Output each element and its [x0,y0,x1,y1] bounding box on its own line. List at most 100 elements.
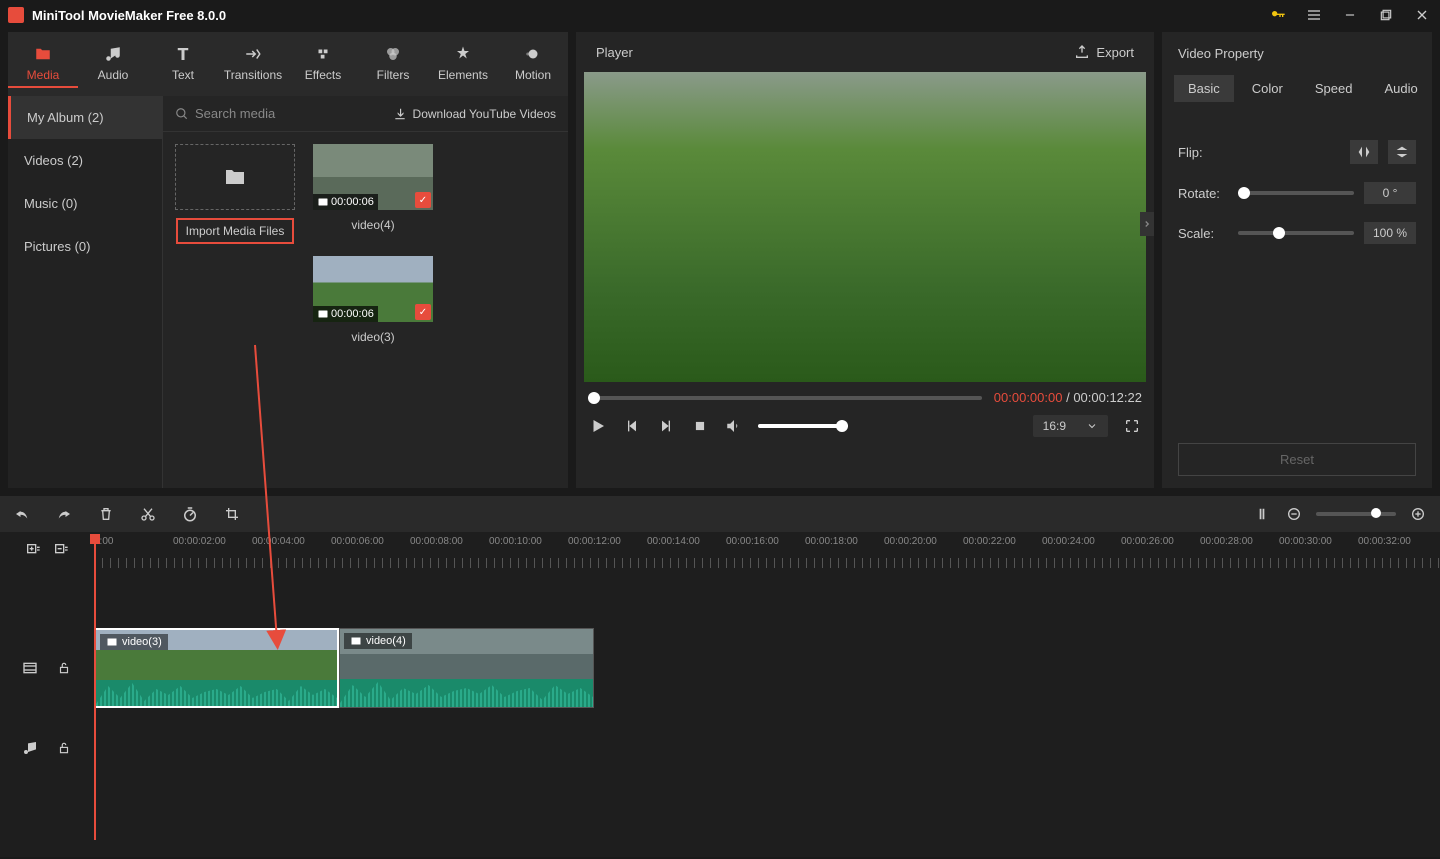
flip-horizontal-button[interactable] [1350,140,1378,164]
rotate-slider[interactable] [1238,191,1354,195]
check-icon: ✓ [415,192,431,208]
minimize-button[interactable] [1340,5,1360,25]
timeline-clip-video4[interactable]: video(4) [339,628,594,708]
rotate-value[interactable]: 0 ° [1364,182,1416,204]
tab-effects[interactable]: Effects [288,40,358,88]
volume-slider[interactable] [758,424,848,428]
sidebar-videos[interactable]: Videos (2) [8,139,162,182]
download-icon [393,107,407,121]
playback-slider[interactable] [588,396,982,400]
tick-label: 00:00:28:00 [1200,536,1253,547]
tick-label: 00:00:24:00 [1042,536,1095,547]
download-youtube-link[interactable]: Download YouTube Videos [393,107,556,121]
lock-audio-track-button[interactable] [54,738,74,758]
tab-audio[interactable]: Audio [78,40,148,88]
search-icon [175,107,189,121]
tick-label: 00:00:02:00 [173,536,226,547]
menu-icon[interactable] [1304,5,1324,25]
motion-icon [523,44,543,64]
panel-collapse-button[interactable] [1140,212,1154,236]
cut-button[interactable] [138,504,158,524]
property-title: Video Property [1162,32,1432,75]
timeline-ruler[interactable]: 0:0000:00:02:0000:00:04:0000:00:06:0000:… [94,532,1440,568]
snap-button[interactable] [1252,504,1272,524]
app-title: MiniTool MovieMaker Free 8.0.0 [32,8,226,23]
playhead[interactable] [94,540,96,840]
filters-icon [383,44,403,64]
transition-icon [243,44,263,64]
tick-label: 00:00:04:00 [252,536,305,547]
media-item-video3[interactable]: 00:00:06 ✓ video(3) [313,256,433,344]
total-time: 00:00:12:22 [1073,390,1142,405]
tab-motion[interactable]: Motion [498,40,568,88]
prev-frame-button[interactable] [622,416,642,436]
zoom-out-button[interactable] [1284,504,1304,524]
player-title: Player [596,45,633,60]
scale-slider[interactable] [1238,231,1354,235]
sidebar-pictures[interactable]: Pictures (0) [8,225,162,268]
remove-track-button[interactable] [51,540,71,560]
play-button[interactable] [588,416,608,436]
music-icon [103,44,123,64]
tab-media[interactable]: Media [8,40,78,88]
video-icon [106,636,118,648]
reset-button[interactable]: Reset [1178,443,1416,476]
player-preview[interactable] [584,72,1146,382]
tab-elements[interactable]: Elements [428,40,498,88]
scale-label: Scale: [1178,226,1228,241]
zoom-in-button[interactable] [1408,504,1428,524]
delete-button[interactable] [96,504,116,524]
import-dropzone[interactable] [175,144,295,210]
search-input[interactable]: Search media [175,106,275,121]
lock-track-button[interactable] [54,658,74,678]
tab-text[interactable]: Text [148,40,218,88]
timeline-clip-video3[interactable]: video(3) [94,628,339,708]
property-panel: Video Property Basic Color Speed Audio F… [1162,32,1432,488]
album-sidebar: My Album (2) Videos (2) Music (0) Pictur… [8,96,163,488]
redo-button[interactable] [54,504,74,524]
chevron-right-icon [1142,219,1152,229]
export-button[interactable]: Export [1074,44,1134,60]
tick-label: 00:00:26:00 [1121,536,1174,547]
player-panel: Player Export 00:00:00:00 / 00:00:12:22 [576,32,1154,488]
scale-value[interactable]: 100 % [1364,222,1416,244]
speed-button[interactable] [180,504,200,524]
text-icon [173,44,193,64]
crop-button[interactable] [222,504,242,524]
tick-label: 00:00:14:00 [647,536,700,547]
video-icon [350,635,362,647]
tab-color[interactable]: Color [1238,75,1297,102]
key-icon[interactable] [1268,5,1288,25]
tab-basic[interactable]: Basic [1174,75,1234,102]
export-icon [1074,44,1090,60]
undo-button[interactable] [12,504,32,524]
sidebar-my-album[interactable]: My Album (2) [8,96,162,139]
tab-speed[interactable]: Speed [1301,75,1367,102]
rotate-label: Rotate: [1178,186,1228,201]
tick-label: 00:00:30:00 [1279,536,1332,547]
tab-transitions[interactable]: Transitions [218,40,288,88]
zoom-slider[interactable] [1316,512,1396,516]
tick-label: 00:00:06:00 [331,536,384,547]
add-track-button[interactable] [23,540,43,560]
app-icon [8,7,24,23]
stop-button[interactable] [690,416,710,436]
tab-audio[interactable]: Audio [1370,75,1431,102]
aspect-ratio-select[interactable]: 16:9 [1033,415,1108,437]
media-panel: Media Audio Text Transitions Effects Fil… [8,32,568,488]
fullscreen-button[interactable] [1122,416,1142,436]
import-media-button[interactable]: Import Media Files [176,218,295,244]
tick-label: 00:00:22:00 [963,536,1016,547]
tab-filters[interactable]: Filters [358,40,428,88]
close-button[interactable] [1412,5,1432,25]
sidebar-music[interactable]: Music (0) [8,182,162,225]
folder-icon [223,165,247,189]
video-track-icon [20,658,40,678]
effects-icon [313,44,333,64]
video-icon [317,308,329,320]
maximize-button[interactable] [1376,5,1396,25]
flip-vertical-button[interactable] [1388,140,1416,164]
next-frame-button[interactable] [656,416,676,436]
tick-label: 00:00:08:00 [410,536,463,547]
volume-button[interactable] [724,416,744,436]
